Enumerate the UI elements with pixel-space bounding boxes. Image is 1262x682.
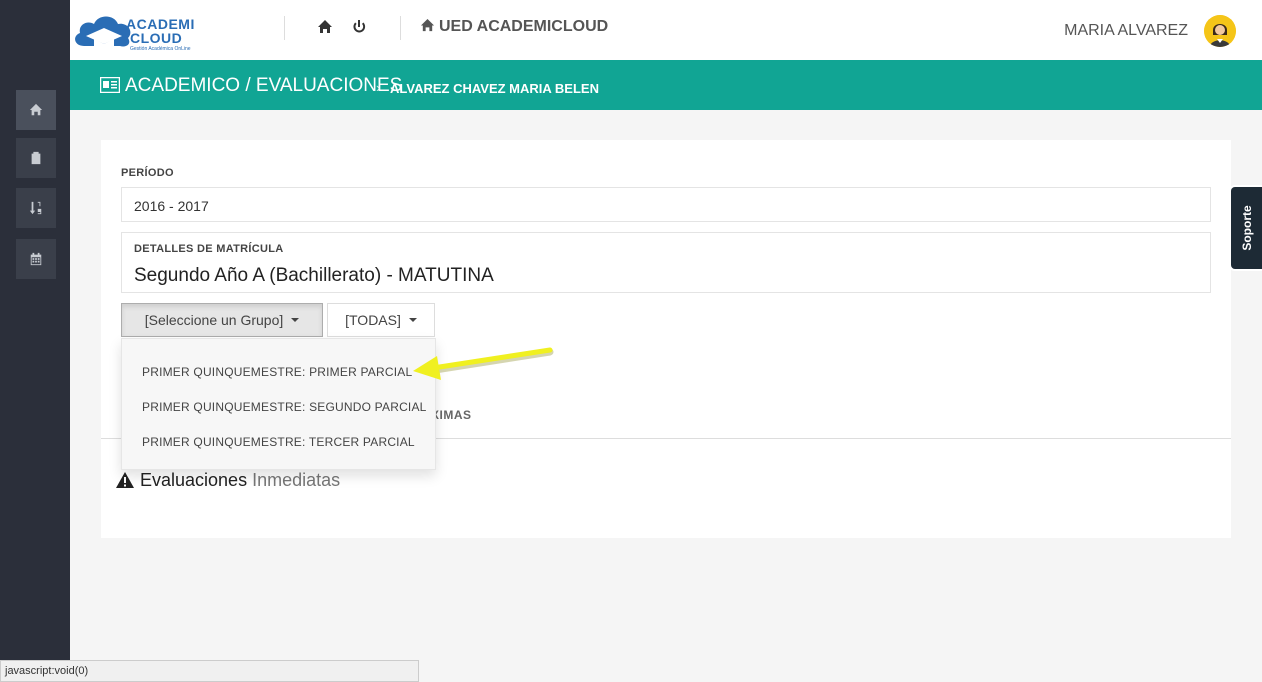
periodo-value: 2016 - 2017 (134, 198, 209, 214)
student-name: ALVAREZ CHAVEZ MARIA BELEN (390, 81, 599, 96)
sidebar-item-home[interactable] (16, 90, 56, 130)
annotation-arrow-icon (413, 347, 554, 380)
periodo-label: PERÍODO (121, 167, 174, 179)
sidebar-item-clipboard[interactable] (16, 138, 56, 178)
user-avatar-icon (1204, 15, 1236, 47)
evaluations-heading: Evaluaciones Inmediatas (116, 470, 340, 491)
sidebar-item-sort[interactable] (16, 188, 56, 228)
power-icon (353, 20, 366, 33)
evaluations-heading-main: Evaluaciones (140, 470, 248, 490)
left-sidebar (0, 0, 70, 682)
tab-proximas[interactable]: XIMAS (431, 408, 472, 422)
dropdown-item[interactable]: PRIMER QUINQUEMESTRE: PRIMER PARCIAL (142, 365, 412, 379)
breadcrumb-bar: ACADEMICO / EVALUACIONES › ALVAREZ CHAVE… (70, 60, 1262, 110)
browser-status-bar: javascript:void(0) (0, 660, 419, 682)
home-icon (318, 20, 332, 33)
breadcrumb-separator: › (376, 80, 381, 95)
app-title[interactable]: UED ACADEMICLOUD (420, 18, 608, 36)
group-dropdown-menu: PRIMER QUINQUEMESTRE: PRIMER PARCIAL PRI… (121, 338, 436, 470)
warning-icon (116, 472, 134, 488)
matricula-panel: DETALLES DE MATRÍCULA Segundo Año A (Bac… (121, 232, 1211, 293)
todas-select-button[interactable]: [TODAS] (327, 303, 435, 337)
sort-numeric-icon (29, 201, 42, 215)
todas-select-label: [TODAS] (345, 312, 401, 328)
user-name[interactable]: MARIA ALVAREZ (1064, 22, 1188, 40)
user-avatar[interactable] (1204, 15, 1236, 47)
caret-down-icon (408, 318, 417, 322)
soporte-label: Soporte (1239, 205, 1254, 251)
home-icon (420, 18, 435, 32)
caret-down-icon (291, 318, 300, 322)
header-power-button[interactable] (351, 19, 367, 35)
id-card-icon (100, 77, 120, 93)
logo-subtitle: Gestión Académica OnLine (130, 46, 191, 52)
header-divider (284, 16, 285, 40)
matricula-value: Segundo Año A (Bachillerato) - MATUTINA (134, 265, 494, 286)
logo-text-line2: CLOUD (130, 30, 183, 46)
matricula-label: DETALLES DE MATRÍCULA (134, 243, 284, 255)
soporte-tab[interactable]: Soporte (1229, 185, 1262, 271)
dropdown-item[interactable]: PRIMER QUINQUEMESTRE: TERCER PARCIAL (142, 435, 415, 449)
group-select-button[interactable]: [Seleccione un Grupo] (121, 303, 323, 337)
breadcrumb-main: ACADEMICO / EVALUACIONES (125, 75, 403, 96)
home-icon (29, 103, 43, 116)
periodo-field[interactable]: 2016 - 2017 (121, 187, 1211, 222)
top-header: ACADEMI CLOUD Gestión Académica OnLine U… (70, 0, 1262, 60)
enrollment-card: PERÍODO 2016 - 2017 DETALLES DE MATRÍCUL… (101, 140, 1231, 368)
clipboard-icon (31, 151, 41, 165)
dropdown-item[interactable]: PRIMER QUINQUEMESTRE: SEGUNDO PARCIAL (142, 400, 427, 414)
group-select-label: [Seleccione un Grupo] (144, 312, 284, 328)
app-title-text: UED ACADEMICLOUD (439, 18, 609, 35)
header-divider (400, 16, 401, 40)
sidebar-item-calendar[interactable] (16, 239, 56, 279)
calendar-icon (30, 252, 42, 266)
academicloud-logo[interactable]: ACADEMI CLOUD Gestión Académica OnLine (70, 6, 194, 54)
evaluations-heading-light: Inmediatas (252, 470, 341, 490)
header-home-button[interactable] (317, 19, 333, 35)
